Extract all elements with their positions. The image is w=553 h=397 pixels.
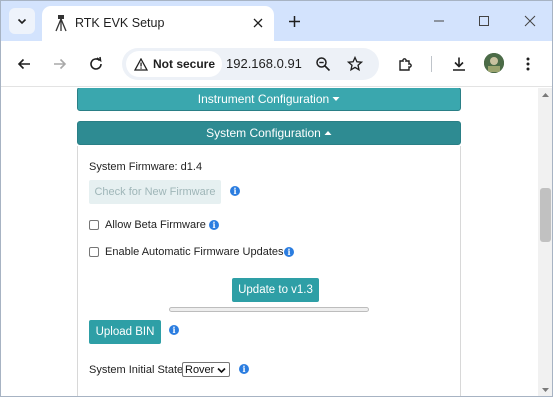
scroll-down-arrow-icon[interactable] (538, 385, 553, 395)
downloads-button[interactable] (447, 52, 471, 76)
info-icon[interactable]: i (169, 325, 179, 335)
check-firmware-button[interactable]: Check for New Firmware (89, 180, 221, 204)
forward-button[interactable] (48, 52, 72, 76)
scroll-up-arrow-icon[interactable] (538, 90, 553, 100)
tab-close-button[interactable] (249, 14, 267, 32)
system-header-label: System Configuration (206, 126, 321, 140)
zoom-button[interactable] (314, 55, 332, 73)
browser-window: RTK EVK Setup Not secure 192.168.0.91 In… (0, 0, 553, 397)
puzzle-icon (398, 57, 412, 71)
auto-update-checkbox[interactable] (89, 247, 99, 257)
new-tab-button[interactable] (283, 10, 305, 32)
avatar-image-icon (484, 53, 504, 73)
caret-up-icon (324, 131, 332, 135)
page-viewport: Instrument Configuration System Configur… (1, 88, 538, 396)
close-icon (524, 15, 536, 27)
update-progress-bar (169, 307, 369, 312)
info-icon[interactable]: i (284, 247, 294, 257)
reload-button[interactable] (84, 52, 108, 76)
arrow-left-icon (17, 58, 30, 70)
more-vertical-icon (526, 57, 530, 71)
warning-icon (134, 57, 148, 71)
allow-beta-checkbox[interactable] (89, 220, 99, 230)
instrument-configuration-header[interactable]: Instrument Configuration (77, 88, 461, 111)
close-icon (253, 18, 263, 28)
chevron-down-icon (17, 18, 27, 25)
zoom-out-icon (316, 57, 331, 72)
tab-search-button[interactable] (9, 8, 35, 34)
auto-update-label: Enable Automatic Firmware Updates (105, 246, 284, 258)
minimize-icon (434, 20, 444, 22)
maximize-button[interactable] (473, 10, 495, 32)
tab-strip: RTK EVK Setup (1, 1, 552, 41)
browser-tab[interactable]: RTK EVK Setup (42, 6, 274, 41)
system-configuration-header[interactable]: System Configuration (77, 121, 461, 145)
page-scrollbar[interactable] (538, 88, 553, 396)
firmware-version-label: System Firmware: d1.4 (89, 161, 203, 173)
scrollbar-thumb[interactable] (540, 188, 551, 242)
instrument-header-label: Instrument Configuration (197, 92, 330, 106)
browser-menu-button[interactable] (516, 52, 540, 76)
tab-title: RTK EVK Setup (75, 16, 165, 30)
arrow-right-icon (54, 58, 67, 70)
address-bar[interactable]: Not secure 192.168.0.91 (122, 48, 379, 80)
security-chip[interactable]: Not secure (126, 51, 222, 77)
initial-state-label: System Initial State: (89, 364, 187, 376)
plus-icon (288, 15, 300, 27)
toolbar-divider (431, 56, 432, 72)
allow-beta-label: Allow Beta Firmware (105, 219, 206, 231)
reload-icon (90, 56, 102, 70)
info-icon[interactable]: i (230, 186, 240, 196)
profile-avatar[interactable] (484, 53, 504, 73)
info-icon[interactable]: i (209, 220, 219, 230)
close-window-button[interactable] (519, 10, 541, 32)
update-firmware-button[interactable]: Update to v1.3 (232, 278, 319, 302)
survey-tripod-icon (55, 15, 67, 32)
back-button[interactable] (12, 52, 36, 76)
browser-toolbar: Not secure 192.168.0.91 (1, 41, 552, 87)
bookmark-button[interactable] (346, 55, 364, 73)
download-icon (453, 57, 465, 71)
url-text[interactable]: 192.168.0.91 (226, 56, 302, 71)
star-icon (347, 56, 363, 72)
caret-down-icon (332, 97, 340, 101)
info-icon[interactable]: i (239, 364, 249, 374)
security-label: Not secure (153, 57, 216, 71)
initial-state-select[interactable]: Rover (182, 362, 230, 377)
extensions-button[interactable] (393, 52, 417, 76)
minimize-button[interactable] (428, 10, 450, 32)
maximize-icon (479, 16, 489, 26)
chevron-down-icon (217, 367, 226, 374)
upload-bin-button[interactable]: Upload BIN (89, 320, 161, 344)
initial-state-value: Rover (185, 363, 215, 376)
